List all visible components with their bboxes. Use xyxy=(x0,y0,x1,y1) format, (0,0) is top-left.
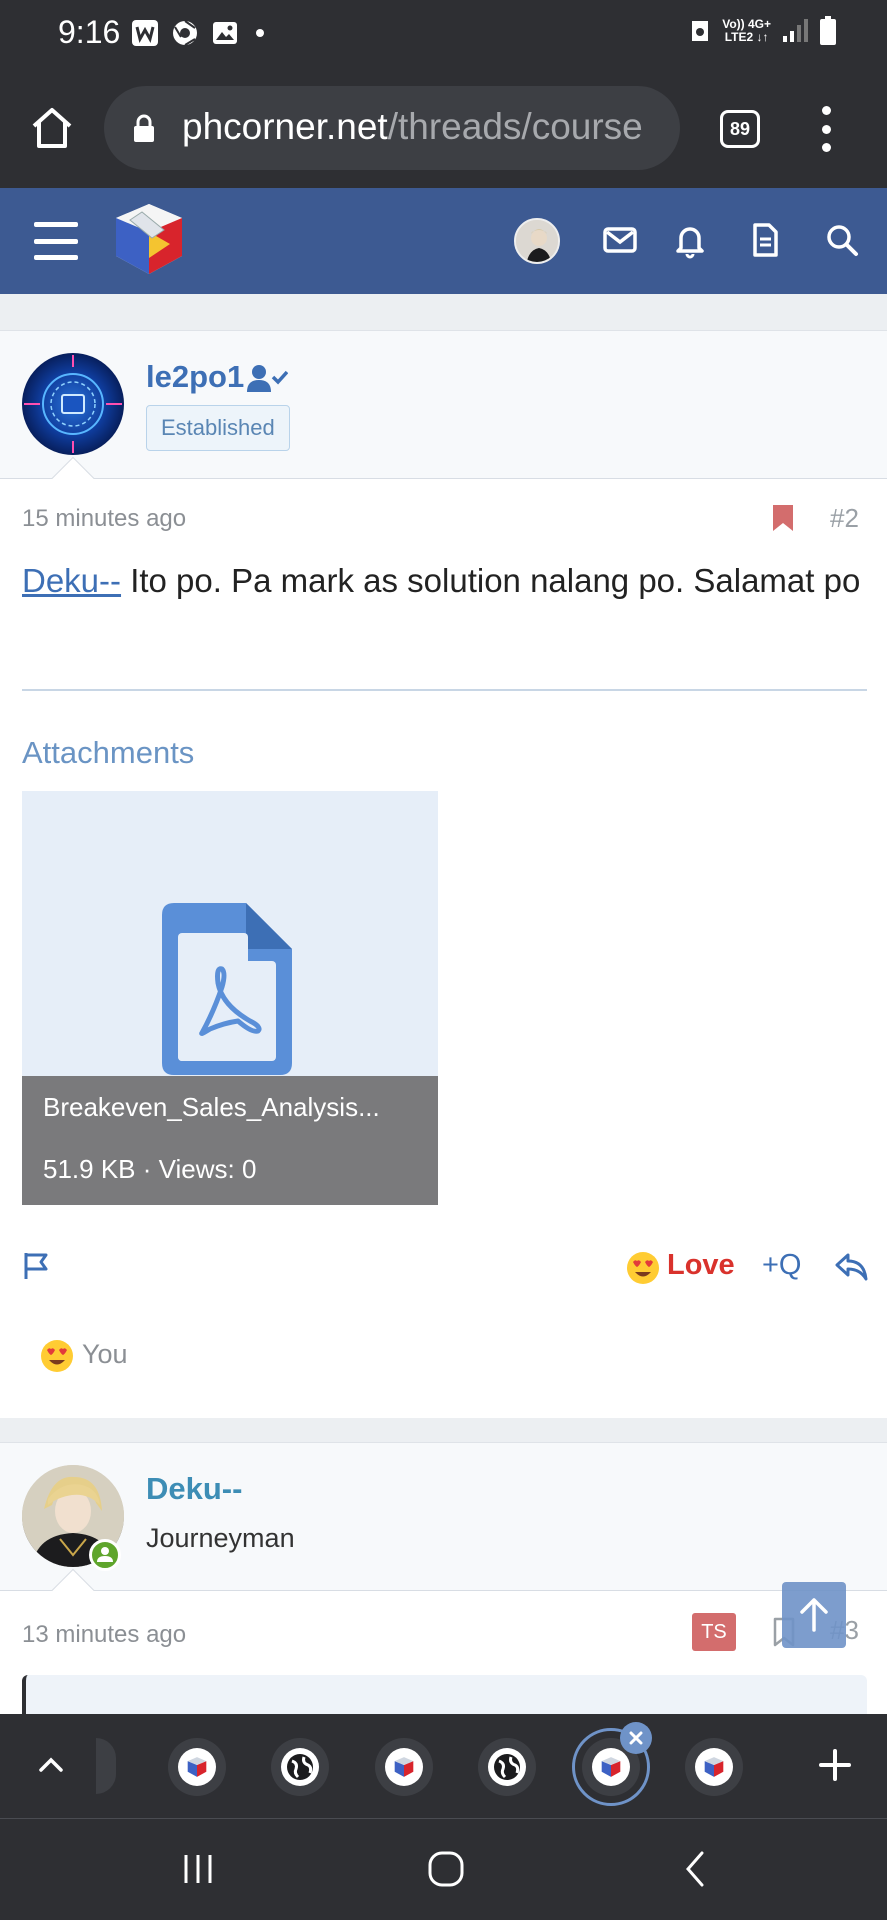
attachment-info: 51.9 KB · Views: 0 xyxy=(43,1154,257,1184)
post-username[interactable]: Deku-- xyxy=(146,1471,242,1507)
more-vert-icon[interactable] xyxy=(816,106,836,152)
reactions-list[interactable]: You xyxy=(82,1339,128,1370)
tab-switcher-button[interactable]: 89 xyxy=(720,110,760,148)
browser-tab-strip xyxy=(0,1714,887,1818)
tab-thumbnail[interactable] xyxy=(685,1738,743,1796)
user-title: Journeyman xyxy=(146,1523,295,1553)
globe-icon xyxy=(287,1754,313,1780)
bell-icon[interactable] xyxy=(670,220,710,260)
url-text: phcorner.net/threads/course xyxy=(182,106,643,148)
bookmark-icon[interactable] xyxy=(770,503,796,533)
recycle-icon xyxy=(692,21,709,41)
gallery-icon xyxy=(210,18,240,48)
post-card: Deku-- Journeyman 13 minutes ago TS #3 xyxy=(0,1442,887,1714)
user-mention-link[interactable]: Deku-- xyxy=(22,562,121,599)
browser-toolbar: phcorner.net/threads/course 89 xyxy=(0,68,887,188)
tab-thumbnail[interactable] xyxy=(478,1738,536,1796)
post-number[interactable]: #2 xyxy=(830,503,859,534)
mail-icon[interactable] xyxy=(600,220,640,260)
document-icon[interactable] xyxy=(745,220,785,260)
site-logo[interactable] xyxy=(112,200,186,278)
scroll-to-top-button[interactable] xyxy=(782,1582,846,1648)
chevron-up-icon[interactable] xyxy=(36,1750,66,1780)
home-icon[interactable] xyxy=(28,104,76,152)
heart-eyes-emoji-icon[interactable] xyxy=(626,1251,660,1285)
url-domain: phcorner.net xyxy=(182,106,388,147)
home-nav-icon[interactable] xyxy=(426,1849,466,1889)
header-spacer xyxy=(0,294,887,330)
flag-icon[interactable] xyxy=(22,1251,52,1281)
post-timestamp[interactable]: 15 minutes ago xyxy=(22,505,186,533)
multi-quote-button[interactable]: +Q xyxy=(762,1249,802,1282)
post-timestamp[interactable]: 13 minutes ago xyxy=(22,1621,186,1649)
system-nav-bar xyxy=(0,1818,887,1920)
attachment-filename[interactable]: Breakeven_Sales_Analysis... xyxy=(43,1092,423,1123)
battery-icon xyxy=(820,16,836,45)
attachment-caption: Breakeven_Sales_Analysis... 51.9 KB · Vi… xyxy=(22,1076,438,1205)
recent-apps-icon[interactable] xyxy=(178,1849,218,1889)
tab-thumbnail[interactable] xyxy=(271,1738,329,1796)
back-icon[interactable] xyxy=(676,1849,716,1889)
post-user-header: Deku-- Journeyman xyxy=(0,1443,887,1612)
plus-icon[interactable] xyxy=(818,1748,852,1782)
post-username[interactable]: le2po1 xyxy=(146,359,244,395)
status-time: 9:16 xyxy=(58,14,121,50)
close-icon[interactable] xyxy=(620,1722,652,1754)
address-bar[interactable]: phcorner.net/threads/course xyxy=(104,86,680,170)
globe-icon xyxy=(494,1754,520,1780)
tab-thumbnail[interactable] xyxy=(375,1738,433,1796)
avatar[interactable] xyxy=(22,353,124,455)
post-separator xyxy=(0,1418,887,1442)
avatar-notch xyxy=(51,1568,95,1612)
post-body: Deku-- Ito po. Pa mark as solution nalan… xyxy=(22,553,862,608)
status-right-icons: Vo)) 4G+ LTE2 ↓↑ xyxy=(688,16,837,46)
heart-eyes-emoji-icon xyxy=(40,1339,74,1373)
status-notification-icons xyxy=(130,18,264,48)
love-reaction-button[interactable]: Love xyxy=(667,1249,735,1282)
quote-block xyxy=(22,1675,867,1714)
lock-icon xyxy=(130,114,158,142)
pdf-icon xyxy=(162,903,292,1075)
thread-starter-badge: TS xyxy=(692,1613,736,1651)
tab-thumbnail-partial[interactable] xyxy=(96,1738,116,1794)
reply-icon[interactable] xyxy=(834,1251,868,1281)
verified-user-icon xyxy=(246,363,289,393)
site-header xyxy=(0,188,887,294)
tab-thumbnail[interactable] xyxy=(168,1738,226,1796)
user-avatar[interactable] xyxy=(514,218,560,264)
post-user-header: le2po1 Established xyxy=(0,331,887,500)
w-app-icon xyxy=(130,18,160,48)
signal-icon xyxy=(783,19,808,42)
post-card: le2po1 Established 15 minutes ago #2 Dek… xyxy=(0,330,887,1418)
search-icon[interactable] xyxy=(822,220,862,260)
notification-dot xyxy=(256,29,264,37)
post-text: Ito po. Pa mark as solution nalang po. S… xyxy=(121,562,861,599)
post-divider xyxy=(22,689,867,691)
attachments-heading: Attachments xyxy=(22,735,195,770)
chrome-icon xyxy=(170,18,200,48)
avatar-notch xyxy=(51,456,95,500)
url-path: /threads/course xyxy=(387,106,643,147)
network-bottom: LTE2 ↓↑ xyxy=(724,30,769,44)
status-bar: 9:16 Vo)) 4G+ LTE2 ↓↑ xyxy=(0,0,887,68)
online-status-icon xyxy=(89,1539,121,1571)
user-rank-badge: Established xyxy=(146,405,290,451)
hamburger-icon[interactable] xyxy=(34,222,78,260)
attachment-tile[interactable]: Breakeven_Sales_Analysis... 51.9 KB · Vi… xyxy=(22,791,438,1205)
network-indicator: Vo)) 4G+ LTE2 ↓↑ xyxy=(722,18,771,44)
